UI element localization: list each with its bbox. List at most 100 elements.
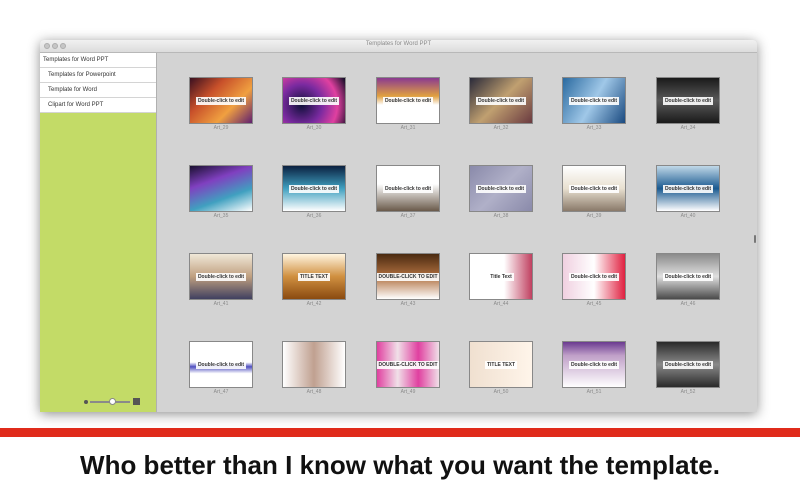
template-label: Art_34 [680, 125, 696, 131]
thumbnail-caption: Double-click to edit [382, 184, 434, 193]
template-thumbnail[interactable]: Double-click to edit [656, 341, 720, 388]
template-card[interactable]: Art_48 [282, 341, 346, 395]
thumbnail-caption: Double-click to edit [195, 96, 247, 105]
template-thumbnail[interactable]: Double-click to edit [282, 165, 346, 212]
template-thumbnail[interactable]: Double-click to edit [469, 165, 533, 212]
template-card[interactable]: Art_35 [189, 165, 253, 219]
template-card[interactable]: Double-click to edit Art_40 [656, 165, 720, 219]
template-label: Art_30 [306, 125, 322, 131]
template-thumbnail[interactable] [282, 341, 346, 388]
window-title: Templates for Word PPT [365, 41, 432, 47]
template-card[interactable]: Double-click to edit Art_41 [189, 253, 253, 307]
template-label: Art_51 [586, 389, 602, 395]
template-thumbnail[interactable]: Double-click to edit [469, 77, 533, 124]
template-thumbnail[interactable]: Double-click to edit [376, 165, 440, 212]
template-label: Art_36 [306, 213, 322, 219]
template-card[interactable]: Double-click to edit Art_33 [562, 77, 626, 131]
red-divider [0, 428, 800, 437]
template-thumbnail[interactable]: Double-click to edit [656, 253, 720, 300]
template-card[interactable]: Double-click to edit Art_36 [282, 165, 346, 219]
sidebar-item-template-word[interactable]: Template for Word [40, 83, 156, 98]
template-thumbnail[interactable]: Double-click to edit [376, 77, 440, 124]
sidebar: Templates for Word PPT Templates for Pow… [40, 53, 157, 412]
sidebar-item-templates-powerpoint[interactable]: Templates for Powerpoint [40, 68, 156, 83]
template-card[interactable]: Double-click to edit Art_34 [656, 77, 720, 131]
template-card[interactable]: Double-click to edit Art_39 [562, 165, 626, 219]
template-thumbnail[interactable]: Double-click to edit [189, 341, 253, 388]
template-thumbnail[interactable]: Double-click to edit [656, 165, 720, 212]
template-label: Art_35 [213, 213, 229, 219]
thumbnail-caption: Double-click to edit [662, 360, 714, 369]
thumbnail-caption: TITLE TEXT [297, 272, 331, 281]
template-card[interactable]: TITLE TEXT Art_50 [469, 341, 533, 395]
template-card[interactable]: DOUBLE-CLICK TO EDIT Art_43 [376, 253, 440, 307]
template-label: Art_43 [400, 301, 416, 307]
title-bar[interactable]: Templates for Word PPT [40, 40, 757, 53]
thumbnail-caption: Double-click to edit [568, 272, 620, 281]
template-thumbnail[interactable] [189, 165, 253, 212]
template-thumbnail[interactable]: Double-click to edit [189, 77, 253, 124]
sidebar-item-templates-word-ppt[interactable]: Templates for Word PPT [40, 53, 156, 68]
thumbnail-size-slider[interactable] [84, 398, 140, 406]
template-thumbnail[interactable]: Double-click to edit [562, 253, 626, 300]
scrollbar[interactable] [754, 235, 756, 243]
template-card[interactable]: Double-click to edit Art_38 [469, 165, 533, 219]
template-label: Art_42 [306, 301, 322, 307]
template-thumbnail[interactable]: Title Text [469, 253, 533, 300]
template-label: Art_38 [493, 213, 509, 219]
template-card[interactable]: Double-click to edit Art_30 [282, 77, 346, 131]
template-label: Art_52 [680, 389, 696, 395]
template-thumbnail[interactable]: TITLE TEXT [469, 341, 533, 388]
template-label: Art_45 [586, 301, 602, 307]
template-label: Art_48 [306, 389, 322, 395]
template-thumbnail[interactable]: Double-click to edit [562, 77, 626, 124]
template-thumbnail[interactable]: Double-click to edit [282, 77, 346, 124]
thumbnail-caption: Double-click to edit [195, 360, 247, 369]
template-label: Art_47 [213, 389, 229, 395]
template-card[interactable]: Title Text Art_44 [469, 253, 533, 307]
thumbnail-caption: DOUBLE-CLICK TO EDIT [377, 272, 439, 281]
template-label: Art_29 [213, 125, 229, 131]
template-thumbnail[interactable]: TITLE TEXT [282, 253, 346, 300]
template-label: Art_33 [586, 125, 602, 131]
template-thumbnail[interactable]: DOUBLE-CLICK TO EDIT [376, 253, 440, 300]
template-card[interactable]: DOUBLE-CLICK TO EDIT Art_49 [376, 341, 440, 395]
sidebar-item-clipart[interactable]: Clipart for Word PPT [40, 98, 156, 113]
template-thumbnail[interactable]: DOUBLE-CLICK TO EDIT [376, 341, 440, 388]
thumbnail-caption: Double-click to edit [568, 96, 620, 105]
template-thumbnail[interactable]: Double-click to edit [189, 253, 253, 300]
thumbnail-caption: Double-click to edit [662, 184, 714, 193]
template-card[interactable]: TITLE TEXT Art_42 [282, 253, 346, 307]
template-thumbnail[interactable]: Double-click to edit [562, 341, 626, 388]
thumbnail-caption: Double-click to edit [288, 184, 340, 193]
template-gallery: Double-click to edit Art_29 Double-click t… [157, 53, 757, 412]
template-thumbnail[interactable]: Double-click to edit [656, 77, 720, 124]
sidebar-nav: Templates for Word PPT Templates for Pow… [40, 53, 156, 113]
template-card[interactable]: Double-click to edit Art_45 [562, 253, 626, 307]
template-label: Art_44 [493, 301, 509, 307]
template-card[interactable]: Double-click to edit Art_46 [656, 253, 720, 307]
template-card[interactable]: Double-click to edit Art_29 [189, 77, 253, 131]
template-label: Art_31 [400, 125, 416, 131]
thumbnail-caption: Double-click to edit [288, 96, 340, 105]
thumbnail-caption: Double-click to edit [475, 184, 527, 193]
template-card[interactable]: Double-click to edit Art_32 [469, 77, 533, 131]
template-label: Art_46 [680, 301, 696, 307]
template-label: Art_41 [213, 301, 229, 307]
template-thumbnail[interactable]: Double-click to edit [562, 165, 626, 212]
thumbnail-caption: Double-click to edit [568, 360, 620, 369]
template-label: Art_32 [493, 125, 509, 131]
template-card[interactable]: Double-click to edit Art_31 [376, 77, 440, 131]
template-card[interactable]: Double-click to edit Art_52 [656, 341, 720, 395]
thumbnail-caption: Double-click to edit [475, 96, 527, 105]
tagline: Who better than I know what you want the… [80, 450, 720, 480]
template-label: Art_37 [400, 213, 416, 219]
template-card[interactable]: Double-click to edit Art_51 [562, 341, 626, 395]
template-card[interactable]: Double-click to edit Art_37 [376, 165, 440, 219]
thumbnail-caption: Double-click to edit [662, 96, 714, 105]
template-label: Art_39 [586, 213, 602, 219]
thumbnail-caption: TITLE TEXT [484, 360, 518, 369]
slider-knob[interactable] [109, 398, 116, 405]
large-size-icon [133, 398, 140, 405]
template-card[interactable]: Double-click to edit Art_47 [189, 341, 253, 395]
